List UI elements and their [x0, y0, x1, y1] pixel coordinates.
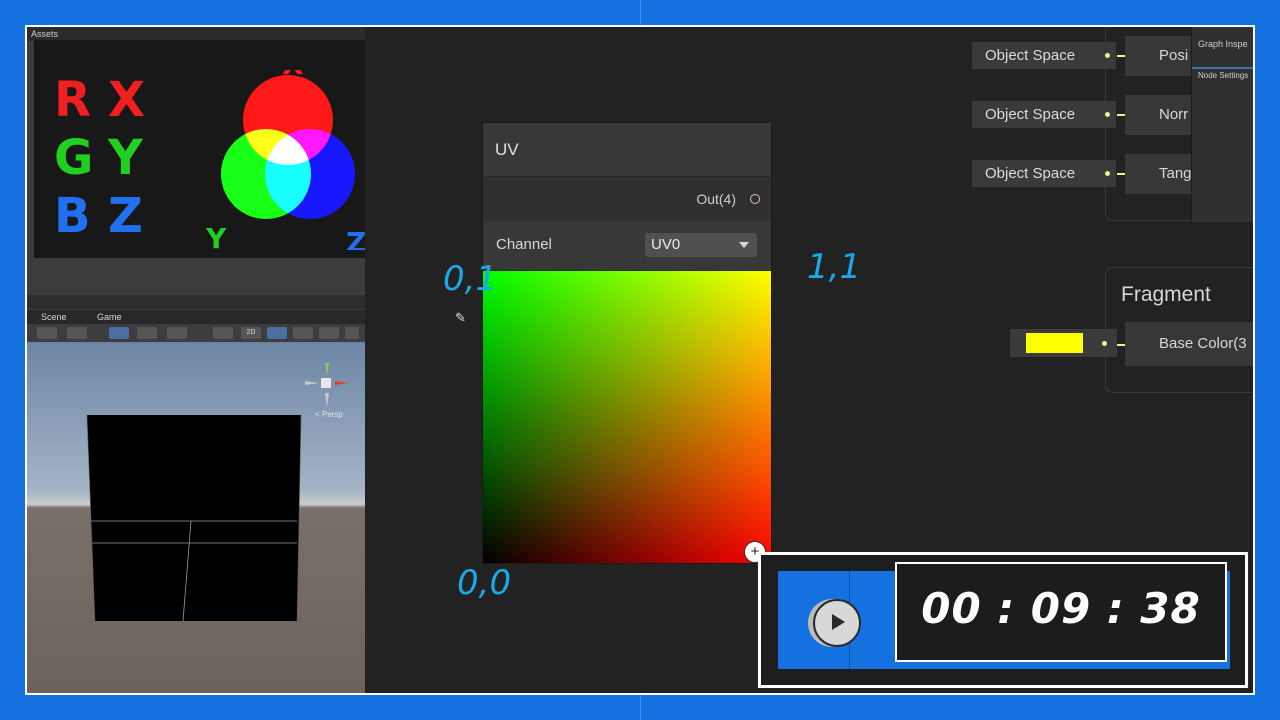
- venn-label-z: Z: [346, 226, 366, 250]
- legend-letter-g: G: [54, 130, 94, 186]
- object-space-label: Object Space: [985, 165, 1076, 182]
- legend-letter-b: B: [54, 188, 91, 244]
- channel-label: Channel: [496, 236, 552, 253]
- slot-tangent[interactable]: Tang: [1125, 154, 1195, 194]
- audio-toggle-button[interactable]: [293, 327, 313, 339]
- legend-letter-z: Z: [108, 188, 143, 244]
- panel-divider[interactable]: [27, 295, 365, 309]
- toggle-2d-button[interactable]: 2D: [241, 327, 261, 339]
- timer-overlay: 00 : 09 : 38: [758, 552, 1248, 688]
- rgb-xyz-legend: R X G Y B Z X Y Z: [34, 40, 384, 258]
- object-space-normal[interactable]: Object Space: [972, 101, 1116, 128]
- layout-button[interactable]: [167, 327, 187, 339]
- uv-output-label: Out(4): [696, 191, 736, 207]
- channel-value: UV0: [651, 236, 681, 253]
- lighting-toggle-button[interactable]: [267, 327, 287, 339]
- shading-mode-button[interactable]: [213, 327, 233, 339]
- legend-letter-r: R: [54, 72, 91, 128]
- object-space-tangent[interactable]: Object Space: [972, 160, 1116, 187]
- color-input-node[interactable]: [1010, 329, 1117, 357]
- uv-preview-gradient: [483, 271, 771, 563]
- tab-scene[interactable]: Scene: [41, 310, 67, 324]
- venn-label-y: Y: [205, 222, 227, 250]
- port-dot: [1102, 341, 1107, 346]
- scene-toolbar: 2D: [27, 324, 365, 342]
- uv-channel-row: Channel UV0: [483, 221, 771, 270]
- timer-text: 00 : 09 : 38: [921, 584, 1201, 633]
- slot-base-color[interactable]: Base Color(3: [1125, 322, 1253, 366]
- port-dot: [1105, 112, 1110, 117]
- rgb-venn-diagram: X Y Z: [205, 70, 366, 250]
- play-icon[interactable]: [813, 599, 861, 647]
- legend-letter-y: Y: [108, 130, 143, 186]
- pencil-icon: ✎: [455, 310, 466, 325]
- assets-panel-header[interactable]: Assets: [27, 27, 365, 41]
- channel-dropdown[interactable]: UV0: [645, 233, 757, 257]
- uv-node-title: UV: [495, 140, 519, 159]
- venn-label-x: X: [282, 70, 304, 81]
- transform-gizmo-icon[interactable]: [303, 361, 351, 411]
- black-quad-mesh: [86, 415, 302, 622]
- snap-settings-button[interactable]: [137, 327, 157, 339]
- uv-node-header[interactable]: UV: [483, 123, 771, 176]
- assets-title: Assets: [31, 29, 59, 39]
- draw-mode-button[interactable]: [37, 327, 57, 339]
- inspector-tab-underline: [1192, 67, 1253, 69]
- scene-viewport[interactable]: < Persp: [27, 342, 365, 693]
- projection-label[interactable]: < Persp: [315, 410, 343, 419]
- gizmo-mode-button[interactable]: [67, 327, 87, 339]
- legend-letter-x: X: [108, 72, 146, 128]
- annotation-top-left: 0,1: [443, 259, 498, 299]
- port-dot: [1105, 53, 1110, 58]
- slot-normal[interactable]: Norr: [1125, 95, 1195, 135]
- yellow-color-swatch[interactable]: [1026, 333, 1083, 353]
- uv-node[interactable]: UV Out(4) Channel UV0: [483, 123, 771, 563]
- object-space-position[interactable]: Object Space: [972, 42, 1116, 69]
- grid-snap-button[interactable]: [109, 327, 129, 339]
- annotation-top-right: 1,1: [807, 247, 862, 287]
- fragment-title: Fragment: [1121, 283, 1211, 306]
- tab-game[interactable]: Game: [97, 310, 122, 324]
- uv-output-row: Out(4): [483, 176, 771, 221]
- left-editor-column: Assets Scene Game 2D < Persp R X G Y B Z…: [27, 27, 384, 693]
- timer-card: 00 : 09 : 38: [895, 562, 1227, 662]
- graph-inspector-title: Graph Inspe: [1198, 39, 1248, 49]
- uv-output-port[interactable]: [750, 194, 760, 204]
- port-dot: [1105, 171, 1110, 176]
- visibility-toggle-button[interactable]: [345, 327, 359, 339]
- play-triangle: [832, 614, 845, 630]
- video-frame: Assets Scene Game 2D < Persp R X G Y B Z…: [0, 0, 1280, 720]
- chevron-down-icon: [739, 242, 749, 248]
- effects-toggle-button[interactable]: [319, 327, 339, 339]
- tab-node-settings[interactable]: Node Settings: [1198, 71, 1248, 80]
- graph-inspector-panel[interactable]: Graph Inspe Node Settings: [1191, 27, 1253, 222]
- scene-tab-bar: Scene Game: [27, 310, 365, 324]
- slot-position[interactable]: Posi: [1125, 36, 1195, 76]
- annotation-bottom-left: 0,0: [457, 563, 512, 603]
- object-space-label: Object Space: [985, 47, 1076, 64]
- object-space-label: Object Space: [985, 106, 1076, 123]
